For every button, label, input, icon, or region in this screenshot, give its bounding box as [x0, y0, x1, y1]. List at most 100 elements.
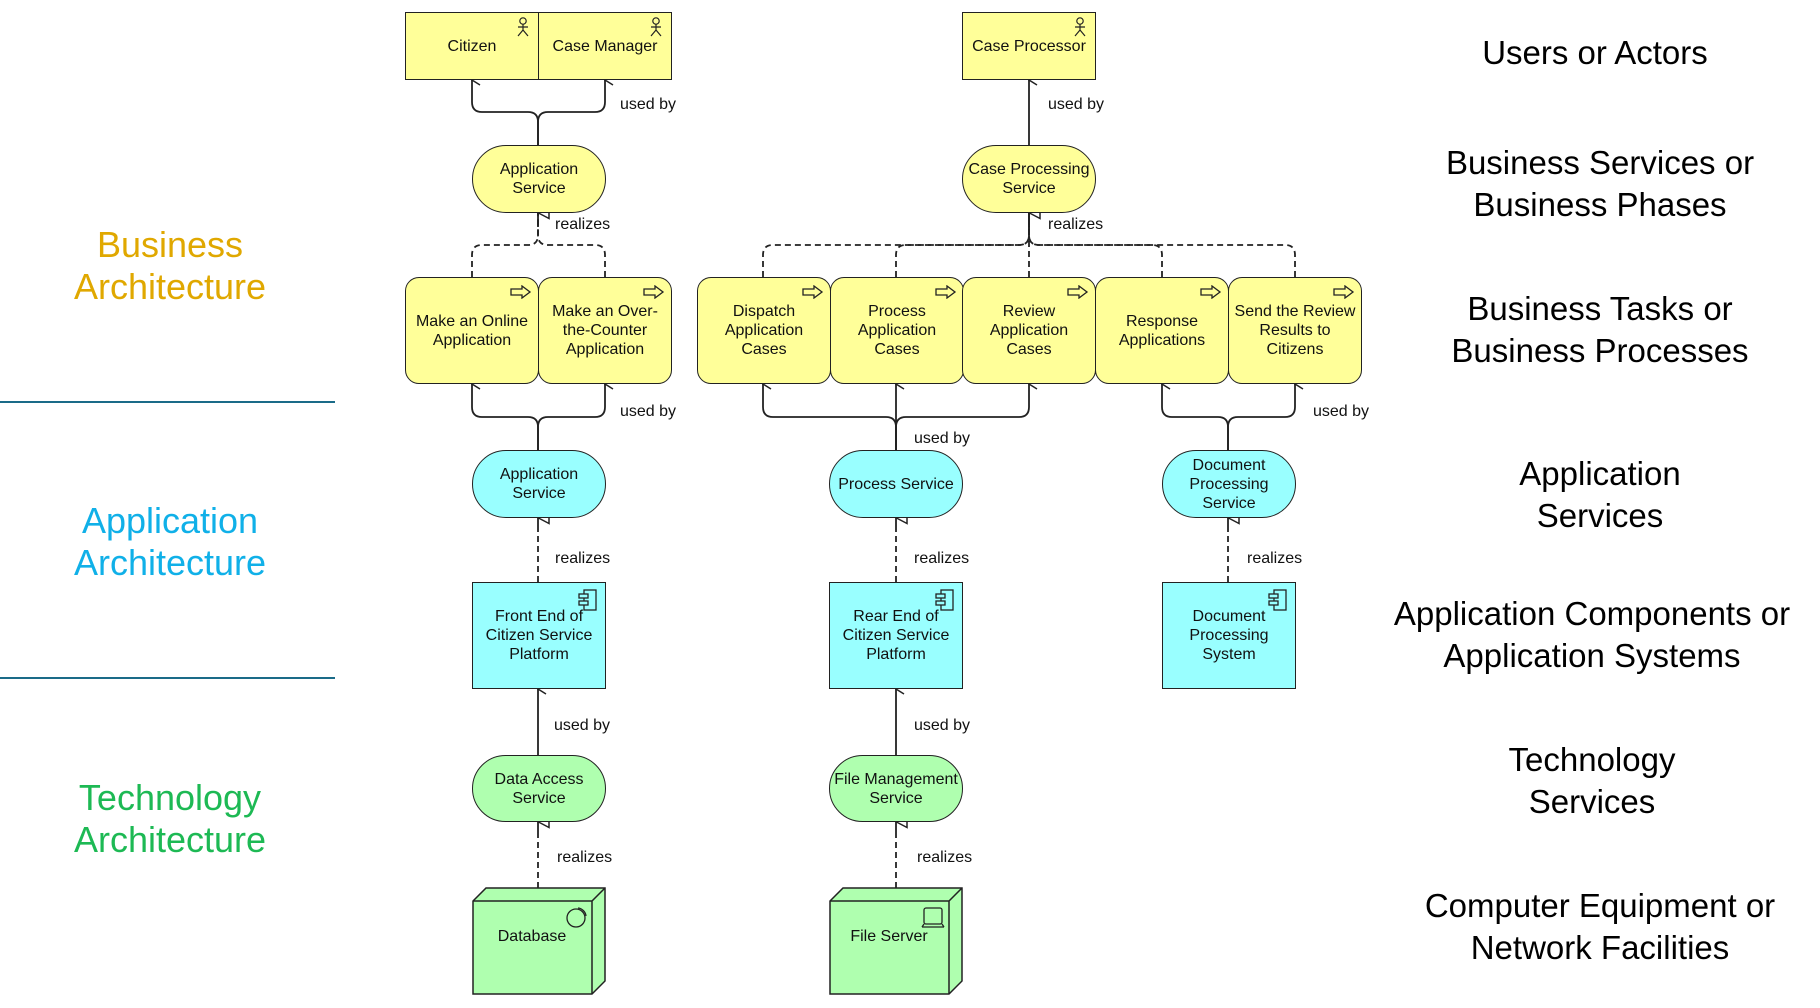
actor-icon: [650, 17, 662, 37]
node-label: Rear End of Citizen Service Platform: [842, 608, 950, 663]
row-label-line: Application: [1519, 455, 1681, 492]
row-label-line: Business Services or: [1445, 144, 1755, 181]
edge-label-used-by: used by: [620, 96, 677, 113]
row-label-application-services: Application Services: [1370, 453, 1820, 537]
business-service-case-processing[interactable]: Case Processing Service: [962, 145, 1096, 213]
node-database[interactable]: Database: [472, 887, 606, 995]
application-technology-divider: [0, 677, 335, 679]
row-label-line: Technology: [1508, 741, 1676, 778]
node-label: Document Processing Service: [1189, 456, 1269, 512]
row-label-line: Users or Actors: [1482, 34, 1708, 71]
edge-label-used-by: used by: [620, 403, 677, 420]
node-label: Case Processing Service: [968, 161, 1090, 197]
device-icon: [921, 907, 945, 928]
actor-citizen[interactable]: Citizen: [405, 12, 539, 80]
edge-label-realizes: realizes: [555, 550, 611, 567]
edge-label-used-by: used by: [554, 717, 611, 734]
app-service-application-service[interactable]: Application Service: [472, 450, 606, 518]
edge-label-realizes: realizes: [917, 849, 973, 866]
used-by-edge: [537, 384, 605, 450]
app-service-process-service[interactable]: Process Service: [829, 450, 963, 518]
edge-label-realizes: realizes: [1247, 550, 1303, 567]
row-label-technology-services: Technology Services: [1362, 739, 1820, 823]
row-label-line: Services: [1528, 783, 1656, 820]
edge-label-realizes: realizes: [914, 550, 970, 567]
component-document-processing-system[interactable]: Document Processing System: [1162, 582, 1296, 689]
used-by-edge: [472, 80, 539, 145]
process-review-application-cases[interactable]: Review Application Cases: [962, 277, 1096, 384]
tech-service-file-management[interactable]: File Management Service: [829, 755, 963, 822]
business-service-application-service[interactable]: Application Service: [472, 145, 606, 213]
edge-label-used-by: used by: [1313, 403, 1370, 420]
used-by-edge: [472, 384, 539, 450]
used-by-edge: [763, 384, 897, 450]
process-arrow-icon: [802, 285, 824, 299]
row-label-application-components: Application Components or Application Sys…: [1362, 593, 1820, 677]
actor-icon: [517, 17, 529, 37]
node-label: Response Applications: [1118, 312, 1206, 349]
node-file-server[interactable]: File Server: [829, 887, 963, 995]
row-label-nodes: Computer Equipment or Network Facilities: [1370, 885, 1820, 969]
process-arrow-icon: [1333, 285, 1355, 299]
node-label: Database: [497, 927, 567, 945]
business-application-divider: [0, 401, 335, 403]
used-by-edge: [1227, 384, 1295, 450]
node-label: Review Application Cases: [989, 303, 1069, 358]
process-arrow-icon: [510, 285, 532, 299]
edge-label-realizes: realizes: [557, 849, 613, 866]
application-architecture-label: Application Architecture: [73, 500, 267, 583]
node-label: File Server: [850, 927, 928, 945]
row-label-line: Business Phases: [1473, 186, 1727, 223]
process-response-applications[interactable]: Response Applications: [1095, 277, 1229, 384]
row-label-business-services: Business Services or Business Phases: [1370, 142, 1820, 226]
actor-case-processor[interactable]: Case Processor: [962, 12, 1096, 80]
row-label-line: Services: [1536, 497, 1664, 534]
node-label: Make an Online Application: [415, 312, 529, 349]
node-label: Front End of Citizen Service Platform: [485, 608, 593, 663]
row-label-line: Network Facilities: [1470, 929, 1730, 966]
actor-case-manager[interactable]: Case Manager: [538, 12, 672, 80]
edge-label-used-by: used by: [914, 430, 971, 447]
component-rear-end[interactable]: Rear End of Citizen Service Platform: [829, 582, 963, 689]
app-service-document-processing[interactable]: Document Processing Service: [1162, 450, 1296, 518]
technology-architecture-label: Technology Architecture: [73, 777, 267, 860]
used-by-edge: [537, 80, 605, 145]
tech-service-data-access[interactable]: Data Access Service: [472, 755, 606, 822]
realization-edge: [471, 213, 539, 277]
node-label: Case Processor: [972, 37, 1086, 55]
row-label-business-processes: Business Tasks or Business Processes: [1370, 288, 1820, 372]
node-label: File Management Service: [834, 770, 958, 807]
process-arrow-icon: [935, 285, 957, 299]
node-label: Citizen: [447, 37, 497, 55]
node-label: Application Service: [499, 466, 579, 502]
row-label-line: Application Components or: [1393, 595, 1791, 632]
process-make-over-the-counter-application[interactable]: Make an Over-the-Counter Application: [538, 277, 672, 384]
business-architecture-label: Business Architecture: [73, 224, 267, 307]
edge-label-realizes: realizes: [555, 216, 611, 233]
process-make-online-application[interactable]: Make an Online Application: [405, 277, 539, 384]
row-label-line: Computer Equipment or: [1424, 887, 1776, 924]
component-icon: [935, 589, 954, 611]
node-label: Document Processing System: [1189, 608, 1269, 663]
system-software-icon: [566, 907, 587, 928]
row-label-line: Business Processes: [1451, 332, 1749, 369]
used-by-edge: [1162, 384, 1229, 450]
node-label: Application Service: [499, 161, 579, 197]
component-icon: [578, 589, 597, 611]
component-icon: [1268, 589, 1287, 611]
process-dispatch-application-cases[interactable]: Dispatch Application Cases: [697, 277, 831, 384]
edge-label-used-by: used by: [1048, 96, 1105, 113]
node-label: Process Service: [838, 475, 954, 493]
actor-icon: [1074, 17, 1086, 37]
node-label: Send the Review Results to Citizens: [1234, 303, 1356, 358]
node-label: Data Access Service: [494, 770, 584, 807]
component-front-end[interactable]: Front End of Citizen Service Platform: [472, 582, 606, 689]
process-process-application-cases[interactable]: Process Application Cases: [830, 277, 964, 384]
process-send-review-results[interactable]: Send the Review Results to Citizens: [1228, 277, 1362, 384]
edge-label-realizes: realizes: [1048, 216, 1104, 233]
process-arrow-icon: [1200, 285, 1222, 299]
node-label: Process Application Cases: [857, 303, 937, 358]
process-arrow-icon: [643, 285, 665, 299]
row-label-line: Business Tasks or: [1467, 290, 1733, 327]
row-label-actors: Users or Actors: [1365, 32, 1820, 74]
